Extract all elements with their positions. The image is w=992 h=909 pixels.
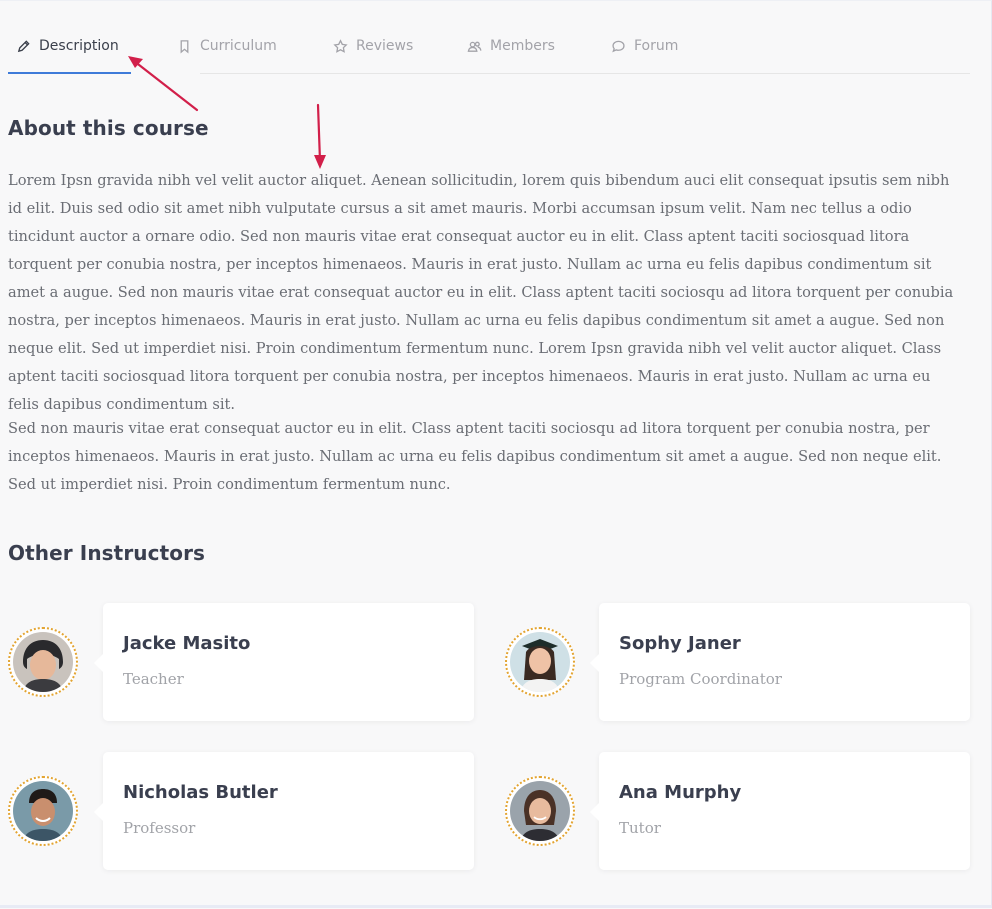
tab-members[interactable]: Members — [467, 35, 555, 57]
instructor-name[interactable]: Nicholas Butler — [123, 782, 278, 803]
instructor-photo — [13, 632, 73, 692]
instructor-name[interactable]: Sophy Janer — [619, 633, 741, 654]
instructor-name[interactable]: Ana Murphy — [619, 782, 741, 803]
instructor-role: Tutor — [619, 819, 661, 837]
instructors-heading: Other Instructors — [8, 541, 206, 565]
instructor-card[interactable]: Ana Murphy Tutor — [590, 752, 970, 870]
annotation-arrow-text — [316, 103, 322, 163]
instructor-photo — [510, 632, 570, 692]
instructor-role: Teacher — [123, 670, 184, 688]
tab-label: Reviews — [356, 38, 414, 54]
instructor-photo — [510, 781, 570, 841]
tab-label: Members — [490, 38, 555, 54]
star-icon — [333, 38, 348, 53]
tab-label: Curriculum — [200, 38, 277, 54]
pencil-icon — [17, 39, 30, 52]
instructor-role: Professor — [123, 819, 196, 837]
tab-forum[interactable]: Forum — [611, 35, 678, 57]
instructor-name[interactable]: Jacke Masito — [123, 633, 250, 654]
tab-label: Description — [39, 38, 119, 54]
bookmark-icon — [180, 39, 189, 54]
about-heading: About this course — [8, 116, 209, 140]
avatar[interactable] — [8, 776, 78, 846]
tab-label: Forum — [634, 38, 679, 54]
instructor-photo — [13, 781, 73, 841]
chat-bubble-icon — [612, 40, 625, 52]
instructor-card[interactable]: Jacke Masito Teacher — [94, 603, 474, 721]
tab-curriculum[interactable]: Curriculum — [177, 35, 277, 57]
instructor-card[interactable]: Sophy Janer Program Coordinator — [590, 603, 970, 721]
about-paragraph-1: Lorem Ipsn gravida nibh vel velit auctor… — [8, 172, 954, 413]
instructor-card[interactable]: Nicholas Butler Professor — [94, 752, 474, 870]
instructor-role: Program Coordinator — [619, 670, 782, 688]
tab-description[interactable]: Description — [16, 35, 119, 57]
tab-reviews[interactable]: Reviews — [333, 35, 413, 57]
active-tab-indicator — [8, 72, 131, 74]
users-icon — [467, 41, 482, 52]
avatar[interactable] — [505, 627, 575, 697]
avatar[interactable] — [505, 776, 575, 846]
tabs-divider — [200, 73, 970, 74]
avatar[interactable] — [8, 627, 78, 697]
course-tabs: Description Curriculum Reviews Members F… — [8, 1, 970, 75]
about-paragraph-2: Sed non mauris vitae erat consequat auct… — [8, 420, 942, 493]
